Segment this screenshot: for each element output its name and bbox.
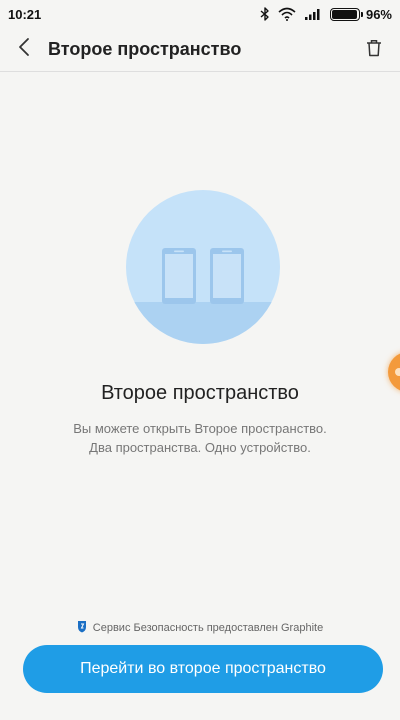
two-phones-icon	[126, 190, 280, 344]
delete-button[interactable]	[358, 34, 390, 66]
status-bar: 10:21 96%	[0, 0, 400, 28]
battery-percent: 96%	[365, 6, 392, 22]
app-header: Второе пространство	[0, 28, 400, 72]
back-button[interactable]	[2, 28, 46, 72]
provider-note: Сервис Безопасность предоставлен Graphit…	[0, 620, 400, 636]
cell-signal-icon	[304, 7, 322, 21]
status-time: 10:21	[8, 6, 42, 22]
back-arrow-icon	[18, 37, 30, 62]
bluetooth-icon	[260, 7, 270, 21]
battery-indicator: 96%	[329, 6, 392, 22]
status-icons: 96%	[260, 7, 392, 22]
page-title: Второе пространство	[48, 39, 242, 59]
battery-tip	[360, 11, 363, 17]
feature-description: Вы можете открыть Второе пространство. Д…	[30, 419, 370, 457]
screen: 10:21 96% Второе пространство Второе про…	[0, 0, 400, 720]
wifi-icon	[278, 7, 296, 21]
feature-title: Второе пространство	[101, 382, 299, 404]
edge-handle-dot	[395, 368, 400, 376]
go-to-second-space-button[interactable]: Перейти во второе пространство	[23, 645, 383, 693]
description-line-1: Вы можете открыть Второе пространство.	[73, 421, 327, 436]
battery-fill	[331, 9, 357, 19]
two-phones-illustration	[126, 190, 280, 344]
description-line-2: Два пространства. Одно устройство.	[89, 440, 311, 455]
battery-icon	[329, 7, 363, 21]
provider-text: Сервис Безопасность предоставлен Graphit…	[92, 622, 324, 634]
shield-icon	[77, 620, 87, 636]
trash-icon	[366, 39, 382, 62]
